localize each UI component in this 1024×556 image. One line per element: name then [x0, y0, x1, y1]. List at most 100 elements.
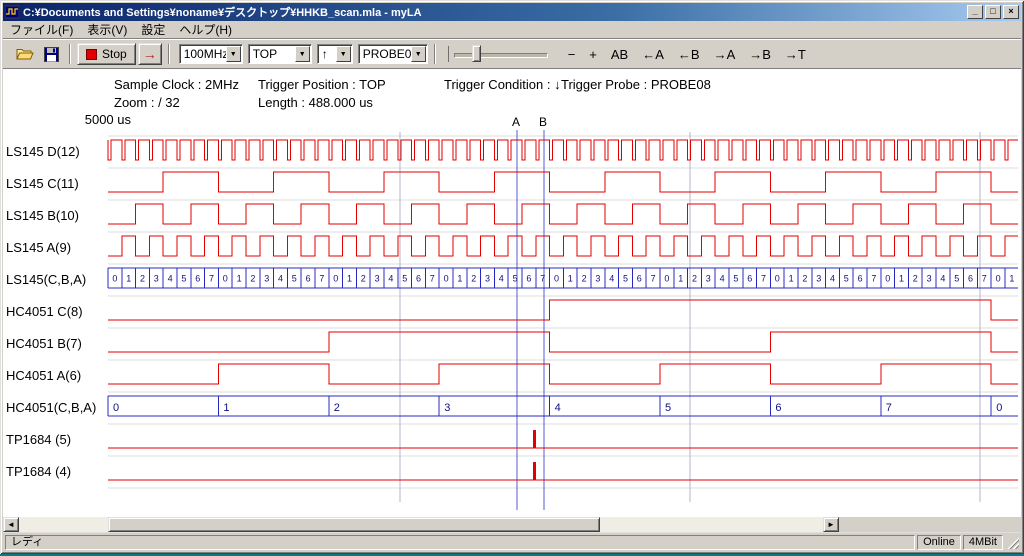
menu-settings[interactable]: 設定	[134, 20, 172, 39]
dropdown-arrow-icon[interactable]: ▼	[411, 46, 426, 62]
minimize-button[interactable]: _	[967, 5, 983, 19]
channel-wave-ls145-b-10	[108, 204, 1018, 224]
svg-text:4: 4	[720, 274, 725, 284]
marker-ab-button[interactable]: AB	[607, 46, 632, 63]
nav-button-group: −+ AB ←A ←B →A →B →T	[564, 46, 810, 63]
svg-text:3: 3	[444, 402, 450, 414]
svg-text:6: 6	[968, 274, 973, 284]
svg-text:7: 7	[209, 274, 214, 284]
run-button[interactable]: →	[138, 43, 162, 65]
open-folder-icon	[16, 47, 34, 61]
svg-text:0: 0	[996, 274, 1001, 284]
svg-text:2: 2	[913, 274, 918, 284]
trigger-probe-text: Trigger Probe : PROBE08	[561, 77, 711, 92]
svg-text:3: 3	[706, 274, 711, 284]
svg-text:2: 2	[250, 274, 255, 284]
trigger-position-value: TOP	[253, 47, 277, 61]
trigger-edge-combo[interactable]: ↑ ▼	[317, 44, 353, 64]
sample-rate-combo[interactable]: 100MHz ▼	[179, 44, 243, 64]
svg-text:2: 2	[334, 402, 340, 414]
marker-a[interactable]: A	[512, 115, 520, 510]
waveform-display[interactable]: AB01234567012345670123456701234567012345…	[3, 110, 1021, 517]
svg-text:6: 6	[416, 274, 421, 284]
sample-clock-text: Sample Clock : 2MHz	[114, 77, 239, 92]
status-memory-badge: 4MBit	[963, 535, 1003, 550]
svg-text:2: 2	[361, 274, 366, 284]
goto-b-forward-button[interactable]: →B	[745, 46, 775, 63]
titlebar[interactable]: C:¥Documents and Settings¥noname¥デスクトップ¥…	[3, 3, 1021, 21]
svg-text:4: 4	[555, 402, 561, 414]
svg-text:5: 5	[292, 274, 297, 284]
trigger-position-combo[interactable]: TOP ▼	[248, 44, 312, 64]
channel-wave-hc4051-c-b-a: 012345670	[108, 396, 1018, 416]
scroll-right-button[interactable]: ►	[823, 517, 839, 532]
svg-text:7: 7	[540, 274, 545, 284]
svg-text:5: 5	[181, 274, 186, 284]
svg-text:3: 3	[154, 274, 159, 284]
dropdown-arrow-icon[interactable]: ▼	[336, 46, 351, 62]
close-button[interactable]: ×	[1003, 5, 1019, 19]
svg-text:4: 4	[499, 274, 504, 284]
svg-text:5: 5	[513, 274, 518, 284]
stop-icon	[86, 49, 97, 60]
svg-text:3: 3	[927, 274, 932, 284]
svg-text:1: 1	[568, 274, 573, 284]
svg-text:7: 7	[319, 274, 324, 284]
menu-view[interactable]: 表示(V)	[80, 20, 134, 39]
goto-a-back-button[interactable]: ←A	[638, 46, 668, 63]
scrollbar-thumb[interactable]	[108, 517, 600, 532]
svg-text:5: 5	[954, 274, 959, 284]
resize-grip[interactable]	[1006, 536, 1019, 549]
marker-b[interactable]: B	[539, 115, 547, 510]
svg-text:2: 2	[692, 274, 697, 284]
toolbar-separator	[168, 44, 170, 64]
svg-text:2: 2	[582, 274, 587, 284]
zoom-in-button[interactable]: +	[585, 46, 601, 63]
save-button[interactable]	[39, 43, 63, 65]
svg-text:4: 4	[388, 274, 393, 284]
marker-label-a: A	[512, 115, 520, 129]
horizontal-scrollbar[interactable]: ◄ ►	[3, 517, 839, 532]
scrollbar-filler	[839, 517, 1021, 532]
statusbar: レディ Online 4MBit	[3, 532, 1021, 551]
goto-b-back-button[interactable]: ←B	[674, 46, 704, 63]
zoom-slider[interactable]	[448, 43, 552, 65]
channel-wave-ls145-c-11	[108, 172, 1018, 192]
svg-text:1: 1	[347, 274, 352, 284]
svg-text:4: 4	[940, 274, 945, 284]
stop-button[interactable]: Stop	[77, 43, 136, 65]
svg-text:6: 6	[775, 402, 781, 414]
svg-text:3: 3	[485, 274, 490, 284]
goto-trigger-button[interactable]: →T	[781, 46, 810, 63]
maximize-button[interactable]: □	[985, 5, 1001, 19]
svg-text:5: 5	[733, 274, 738, 284]
status-ready-text: レディ	[5, 535, 915, 550]
dropdown-arrow-icon[interactable]: ▼	[226, 46, 241, 62]
svg-text:0: 0	[333, 274, 338, 284]
svg-text:2: 2	[802, 274, 807, 284]
toolbar-separator	[434, 44, 436, 64]
sample-rate-value: 100MHz	[184, 47, 229, 61]
dropdown-arrow-icon[interactable]: ▼	[295, 46, 310, 62]
zoom-out-button[interactable]: −	[564, 46, 580, 63]
slider-groove	[454, 53, 548, 58]
svg-text:4: 4	[830, 274, 835, 284]
app-icon	[5, 5, 19, 19]
svg-text:1: 1	[126, 274, 131, 284]
probe-combo[interactable]: PROBE00 ▼	[358, 44, 428, 64]
svg-text:3: 3	[595, 274, 600, 284]
svg-text:6: 6	[306, 274, 311, 284]
menu-help[interactable]: ヘルプ(H)	[172, 20, 239, 39]
svg-text:7: 7	[982, 274, 987, 284]
status-online-badge: Online	[917, 535, 961, 550]
svg-text:6: 6	[637, 274, 642, 284]
stop-label: Stop	[102, 47, 127, 61]
goto-a-forward-button[interactable]: →A	[710, 46, 740, 63]
slider-thumb[interactable]	[472, 45, 481, 62]
open-button[interactable]	[13, 43, 37, 65]
floppy-disk-icon	[44, 47, 59, 62]
menu-file[interactable]: ファイル(F)	[3, 20, 80, 39]
svg-text:7: 7	[651, 274, 656, 284]
scroll-left-button[interactable]: ◄	[3, 517, 19, 532]
svg-text:1: 1	[899, 274, 904, 284]
